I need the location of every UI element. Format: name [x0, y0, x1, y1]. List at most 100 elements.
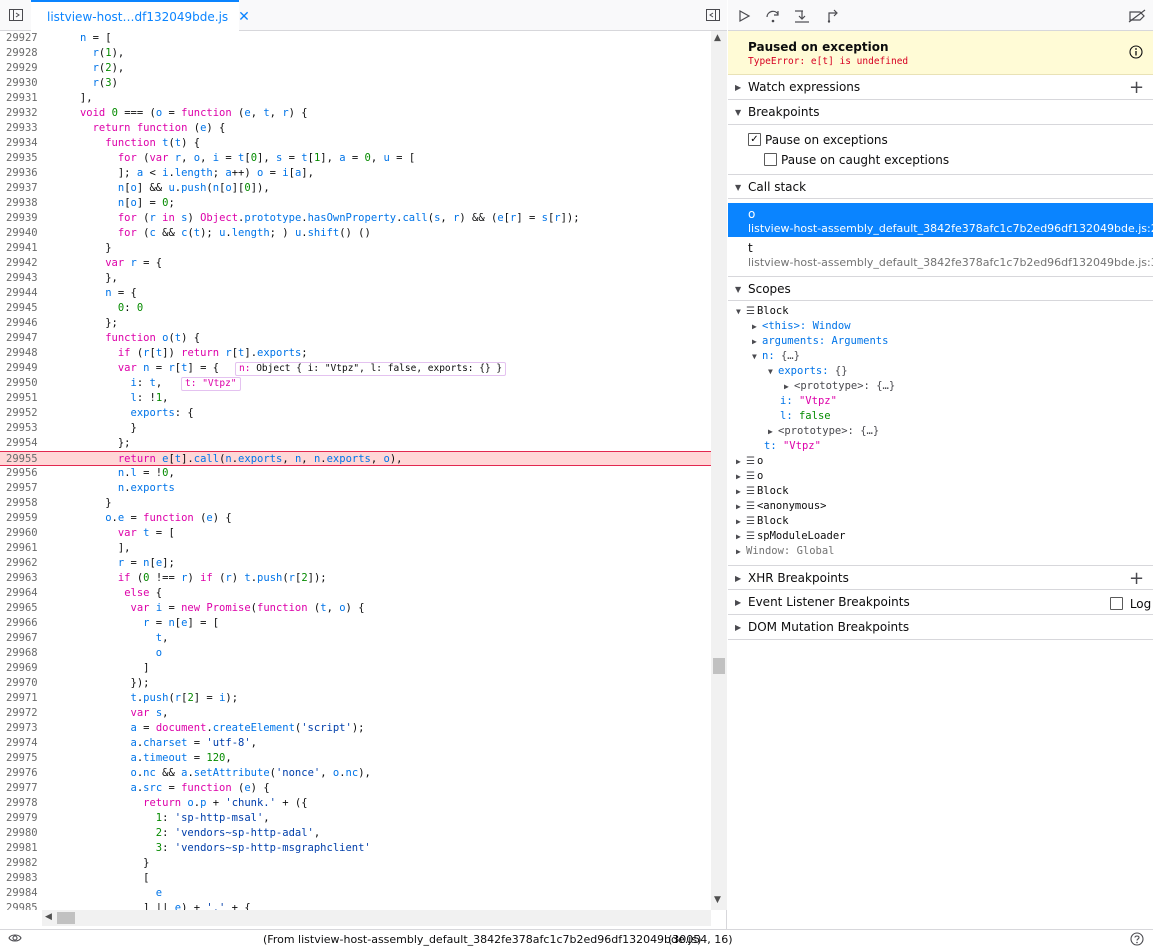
toggle-sources-sidebar-icon[interactable] [7, 6, 25, 24]
call-stack-frame[interactable]: o listview-host-assembly_default_3842fe3… [728, 203, 1153, 237]
line-number[interactable]: 29940 [0, 226, 40, 241]
line-number[interactable]: 29967 [0, 631, 40, 646]
code-line[interactable]: 29936 ]; a < i.length; a++) o = i[a], [0, 166, 711, 181]
line-number[interactable]: 29958 [0, 496, 40, 511]
scroll-up-icon[interactable]: ▲ [714, 33, 721, 43]
code-line[interactable]: 29932 void 0 === (o = function (e, t, r)… [0, 106, 711, 121]
line-number[interactable]: 29960 [0, 526, 40, 541]
line-number[interactable]: 29962 [0, 556, 40, 571]
code-line[interactable]: 29952 exports: { [0, 406, 711, 421]
scope-spmoduleloader[interactable]: ▶ ☰ spModuleLoader [736, 529, 845, 544]
line-number[interactable]: 29935 [0, 151, 40, 166]
line-number[interactable]: 29957 [0, 481, 40, 496]
scope-this[interactable]: ▶ <this>: Window [752, 319, 851, 334]
line-number[interactable]: 29952 [0, 406, 40, 421]
scope-block[interactable]: ▶ ☰ Block [736, 514, 789, 529]
line-number[interactable]: 29931 [0, 91, 40, 106]
step-out-icon[interactable] [823, 7, 841, 25]
code-line[interactable]: 29973 a = document.createElement('script… [0, 721, 711, 736]
code-line[interactable]: 29940 for (c && c(t); u.length; ) u.shif… [0, 226, 711, 241]
scope-i[interactable]: i: "Vtpz" [780, 394, 837, 409]
call-stack-frame[interactable]: t listview-host-assembly_default_3842fe3… [728, 237, 1153, 271]
deactivate-breakpoints-icon[interactable] [1128, 7, 1146, 25]
line-number[interactable]: 29978 [0, 796, 40, 811]
line-number[interactable]: 29932 [0, 106, 40, 121]
code-view[interactable]: 29927 n = [29928 r(1), 29929 r(2), 29930 r… [0, 31, 711, 910]
xhr-breakpoints-header[interactable]: ▶ XHR Breakpoints + [728, 565, 1153, 590]
code-line[interactable]: 29959 o.e = function (e) { [0, 511, 711, 526]
line-number[interactable]: 29982 [0, 856, 40, 871]
line-number[interactable]: 29947 [0, 331, 40, 346]
line-number[interactable]: 29984 [0, 886, 40, 901]
line-number[interactable]: 29974 [0, 736, 40, 751]
code-line[interactable]: 29968 o [0, 646, 711, 661]
line-number[interactable]: 29951 [0, 391, 40, 406]
line-number[interactable]: 29953 [0, 421, 40, 436]
line-number[interactable]: 29980 [0, 826, 40, 841]
scope-n[interactable]: ▼ n: {…} [752, 349, 800, 364]
code-line[interactable]: 29956 n.l = !0, [0, 466, 711, 481]
code-line[interactable]: 29960 var t = [ [0, 526, 711, 541]
code-line[interactable]: 29938 n[o] = 0; [0, 196, 711, 211]
inline-preview-t[interactable]: t: "Vtpz" [181, 377, 241, 391]
line-number[interactable]: 29934 [0, 136, 40, 151]
line-number[interactable]: 29943 [0, 271, 40, 286]
line-number[interactable]: 29956 [0, 466, 40, 481]
scope-exports[interactable]: ▼ exports: {} [768, 364, 848, 379]
code-line[interactable]: 29975 a.timeout = 120, [0, 751, 711, 766]
line-number[interactable]: 29966 [0, 616, 40, 631]
code-line[interactable]: 29942 var r = { [0, 256, 711, 271]
code-line[interactable]: 29971 t.push(r[2] = i); [0, 691, 711, 706]
code-line[interactable]: 29954 }; [0, 436, 711, 451]
line-number[interactable]: 29965 [0, 601, 40, 616]
line-number[interactable]: 29983 [0, 871, 40, 886]
code-line[interactable]: 29977 a.src = function (e) { [0, 781, 711, 796]
code-line[interactable]: 29962 r = n[e]; [0, 556, 711, 571]
code-line[interactable]: 29967 t, [0, 631, 711, 646]
code-line[interactable]: 29941 } [0, 241, 711, 256]
line-number[interactable]: 29969 [0, 661, 40, 676]
line-number[interactable]: 29938 [0, 196, 40, 211]
code-line[interactable]: 29981 3: 'vendors~sp-http-msgraphclient' [0, 841, 711, 856]
scope-prototype[interactable]: ▶ <prototype>: {…} [768, 424, 879, 439]
tab-source-file[interactable]: listview-host…df132049bde.js ✕ [31, 0, 250, 31]
line-number[interactable]: 29961 [0, 541, 40, 556]
line-number[interactable]: 29928 [0, 46, 40, 61]
code-line[interactable]: 29947 function o(t) { [0, 331, 711, 346]
code-line[interactable]: 29976 o.nc && a.setAttribute('nonce', o.… [0, 766, 711, 781]
code-line[interactable]: 29979 1: 'sp-http-msal', [0, 811, 711, 826]
code-line[interactable]: 29982 } [0, 856, 711, 871]
line-number[interactable]: 29959 [0, 511, 40, 526]
code-line[interactable]: 29935 for (var r, o, i = t[0], s = t[1],… [0, 151, 711, 166]
line-number[interactable]: 29970 [0, 676, 40, 691]
code-line[interactable]: 29951 l: !1, [0, 391, 711, 406]
vertical-scroll-thumb[interactable] [713, 658, 725, 674]
help-icon[interactable] [1130, 932, 1144, 949]
line-number[interactable]: 29941 [0, 241, 40, 256]
code-line[interactable]: 29943 }, [0, 271, 711, 286]
code-line[interactable]: 29969 ] [0, 661, 711, 676]
line-number[interactable]: 29945 [0, 301, 40, 316]
code-line[interactable]: 29933 return function (e) { [0, 121, 711, 136]
line-number[interactable]: 29963 [0, 571, 40, 586]
scope-l[interactable]: l: false [780, 409, 831, 424]
code-line[interactable]: 29929 r(2), [0, 61, 711, 76]
line-number[interactable]: 29979 [0, 811, 40, 826]
original-source-link[interactable]: (From listview-host-assembly_default_384… [263, 933, 701, 946]
scope-window-global[interactable]: ▶ Window: Global [736, 544, 835, 559]
line-number[interactable]: 29927 [0, 31, 40, 46]
code-line[interactable]: 29965 var i = new Promise(function (t, o… [0, 601, 711, 616]
pause-on-exceptions-checkbox[interactable]: ✓ [748, 133, 761, 146]
code-line[interactable]: 29945 0: 0 [0, 301, 711, 316]
code-line[interactable]: 29964 else { [0, 586, 711, 601]
line-number[interactable]: 29930 [0, 76, 40, 91]
code-line[interactable]: 29950 i: t, t: "Vtpz" [0, 376, 711, 391]
line-number[interactable]: 29949 [0, 361, 40, 376]
code-line[interactable]: 29985 ] || e) + '.' + { [0, 901, 711, 910]
resume-icon[interactable] [735, 7, 753, 25]
code-line[interactable]: 29949 var n = r[t] = {n: Object { i: "Vt… [0, 361, 711, 376]
code-line[interactable]: 29939 for (r in s) Object.prototype.hasO… [0, 211, 711, 226]
code-line[interactable]: 29984 e [0, 886, 711, 901]
log-checkbox[interactable] [1110, 597, 1123, 610]
code-line[interactable]: 29927 n = [ [0, 31, 711, 46]
